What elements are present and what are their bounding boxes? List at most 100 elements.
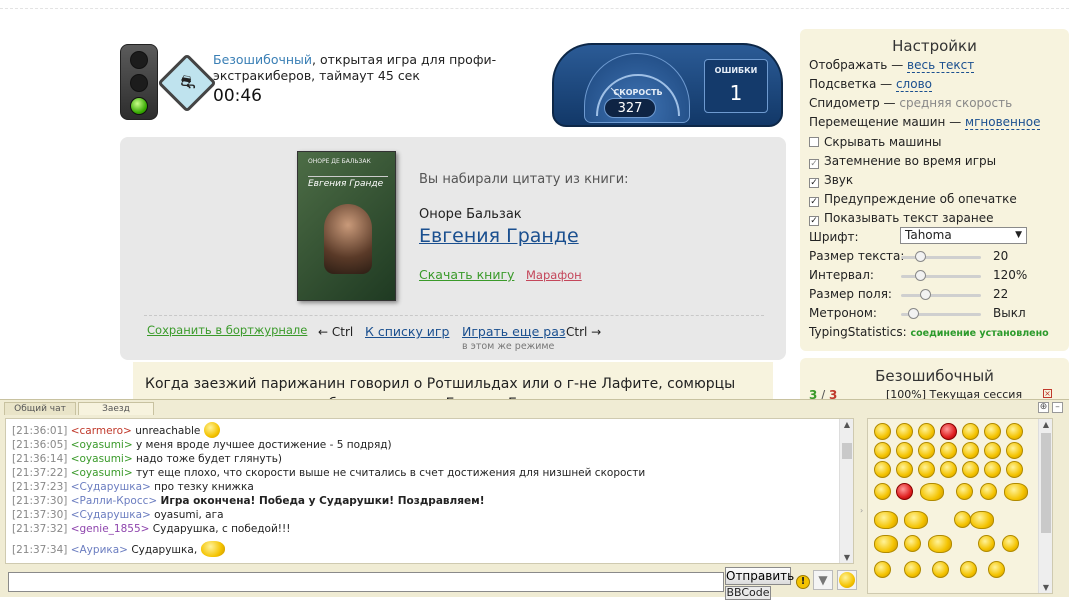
smiley-icon[interactable]: [904, 535, 921, 552]
save-to-logbook-link[interactable]: Сохранить в бортжурнале: [147, 323, 307, 337]
smiley-icon[interactable]: [904, 561, 921, 578]
games-list-link[interactable]: К списку игр: [365, 324, 449, 339]
smiley-icon[interactable]: [988, 561, 1005, 578]
smiley-icon[interactable]: [962, 461, 979, 478]
message-user[interactable]: <oyasumi>: [71, 453, 133, 465]
scroll-thumb[interactable]: [1041, 433, 1051, 533]
download-book-link[interactable]: Скачать книгу: [419, 267, 514, 282]
message-user[interactable]: <genie_1855>: [71, 523, 150, 535]
minimize-icon[interactable]: –: [1052, 402, 1063, 413]
message-user[interactable]: <carmero>: [71, 425, 132, 437]
smiley-icon[interactable]: [928, 535, 952, 553]
checkbox-box[interactable]: [809, 137, 819, 147]
book-cover[interactable]: ОНОРЕ ДЕ БАЛЬЗАК Евгения Гранде: [297, 151, 396, 301]
checkbox-box[interactable]: ✓: [809, 216, 819, 226]
smiley-icon[interactable]: [962, 423, 979, 440]
checkbox-show-text-early[interactable]: ✓ Показывать текст заранее: [809, 211, 993, 226]
checkbox-hide-cars[interactable]: Скрывать машины: [809, 135, 942, 149]
field-size-slider[interactable]: [901, 289, 981, 300]
slider-handle[interactable]: [914, 270, 926, 281]
chat-scrollbar[interactable]: ▲ ▼: [839, 419, 853, 563]
speedometer-value[interactable]: средняя скорость: [899, 96, 1012, 110]
smiley-icon[interactable]: [918, 442, 935, 459]
scroll-down-icon[interactable]: ▼: [1039, 583, 1052, 592]
font-select[interactable]: Tahoma ▼: [900, 227, 1027, 244]
smiley-icon[interactable]: [918, 461, 935, 478]
marathon-link[interactable]: Марафон: [526, 268, 582, 282]
highlight-value-link[interactable]: слово: [895, 77, 932, 92]
send-button[interactable]: Отправить: [725, 567, 794, 585]
smiley-icon[interactable]: [874, 442, 891, 459]
smiley-icon[interactable]: [896, 423, 913, 440]
metronome-slider[interactable]: [901, 308, 981, 319]
chat-splitter[interactable]: ›: [859, 418, 867, 594]
smiley-icon[interactable]: [978, 535, 995, 552]
smiley-icon[interactable]: [874, 461, 891, 478]
checkbox-sound[interactable]: ✓ Звук: [809, 173, 853, 188]
smiley-icon[interactable]: [980, 483, 997, 500]
smiley-icon[interactable]: [874, 535, 898, 553]
chat-input[interactable]: [8, 572, 724, 592]
play-again-link[interactable]: Играть еще раз: [462, 324, 566, 339]
message-user[interactable]: <Ралли-Кросс>: [71, 495, 158, 507]
smiley-icon[interactable]: [918, 423, 935, 440]
angry-smiley-icon[interactable]: [940, 423, 957, 440]
smiley-icon[interactable]: [960, 561, 977, 578]
message-user[interactable]: <Сударушка>: [71, 509, 151, 521]
slider-handle[interactable]: [920, 289, 932, 300]
smiley-button[interactable]: [837, 570, 857, 590]
smiley-icon[interactable]: [896, 442, 913, 459]
text-size-slider[interactable]: [901, 251, 981, 262]
message-user[interactable]: <oyasumi>: [71, 439, 133, 451]
smiley-icon[interactable]: [1006, 461, 1023, 478]
smiley-icon[interactable]: [920, 483, 944, 501]
smiley-icon[interactable]: [940, 461, 957, 478]
smiley-icon[interactable]: [1006, 442, 1023, 459]
message-user[interactable]: <oyasumi>: [71, 467, 133, 479]
smiley-icon[interactable]: [970, 511, 994, 529]
smiley-icon[interactable]: [896, 483, 913, 500]
message-user[interactable]: <Аурика>: [71, 544, 128, 556]
checkbox-box[interactable]: ✓: [809, 178, 819, 188]
warning-icon[interactable]: !: [796, 575, 810, 589]
smiley-icon[interactable]: [1006, 423, 1023, 440]
slider-handle[interactable]: [914, 251, 926, 262]
bbcode-button[interactable]: BBCode: [725, 586, 771, 600]
smiley-icon[interactable]: [874, 511, 898, 529]
pin-icon[interactable]: ⊕: [1038, 402, 1049, 413]
scroll-thumb[interactable]: [842, 443, 852, 459]
tab-general-chat[interactable]: Общий чат: [4, 402, 76, 415]
scroll-up-icon[interactable]: ▲: [1039, 420, 1052, 429]
scroll-down-icon[interactable]: ▼: [840, 553, 853, 562]
checkbox-dim-during-game[interactable]: ✓ Затемнение во время игры: [809, 154, 996, 169]
interval-slider[interactable]: [901, 270, 981, 281]
message-user[interactable]: <Сударушка>: [71, 481, 151, 493]
smiley-icon[interactable]: [932, 561, 949, 578]
car-move-value-link[interactable]: мгновенное: [965, 115, 1041, 130]
smiley-icon[interactable]: [874, 561, 891, 578]
filter-icon[interactable]: ▼: [813, 570, 833, 590]
smiley-icon[interactable]: [940, 442, 957, 459]
slider-handle[interactable]: [907, 308, 919, 319]
smiley-icon[interactable]: [874, 423, 891, 440]
checkbox-box[interactable]: ✓: [809, 159, 819, 169]
checkbox-typo-warning[interactable]: ✓ Предупреждение об опечатке: [809, 192, 1017, 207]
smiley-icon[interactable]: [1004, 483, 1028, 501]
game-mode-link[interactable]: Безошибочный: [213, 52, 312, 67]
smiley-icon[interactable]: [954, 511, 971, 528]
close-icon[interactable]: ×: [1043, 389, 1052, 398]
checkbox-box[interactable]: ✓: [809, 197, 819, 207]
tab-race-chat[interactable]: Заезд: [78, 402, 154, 415]
smiley-icon[interactable]: [984, 442, 1001, 459]
smiley-scrollbar[interactable]: ▲ ▼: [1038, 419, 1052, 593]
smiley-icon[interactable]: [962, 442, 979, 459]
smiley-icon[interactable]: [904, 511, 928, 529]
smiley-icon[interactable]: [896, 461, 913, 478]
display-value-link[interactable]: весь текст: [907, 58, 975, 73]
smiley-icon[interactable]: [984, 461, 1001, 478]
book-title-link[interactable]: Евгения Гранде: [419, 225, 579, 247]
smiley-icon[interactable]: [956, 483, 973, 500]
scroll-up-icon[interactable]: ▲: [840, 420, 853, 429]
smiley-icon[interactable]: [874, 483, 891, 500]
smiley-icon[interactable]: [1002, 535, 1019, 552]
